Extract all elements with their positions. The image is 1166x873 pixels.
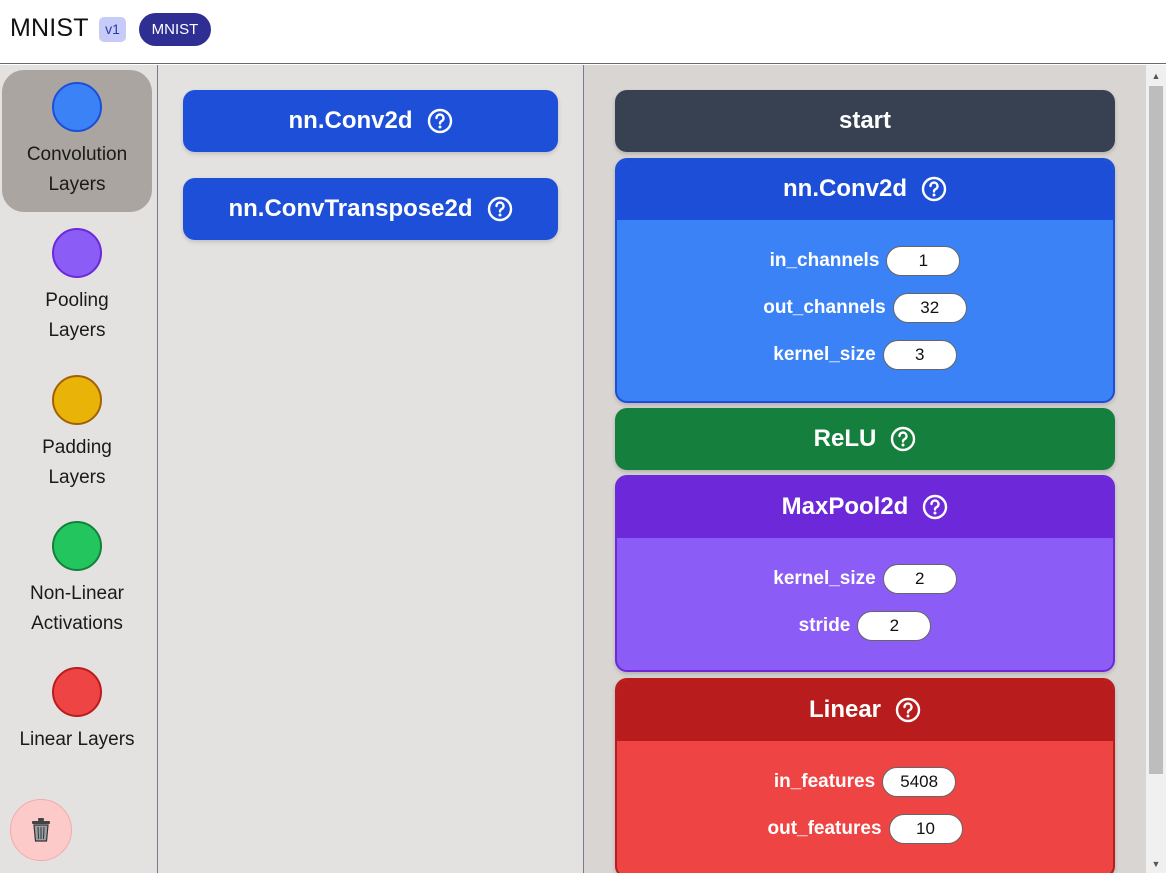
- layer-block-header: nn.Conv2d: [617, 160, 1113, 220]
- blue-circle-icon: [52, 82, 102, 132]
- start-block-header: start: [615, 90, 1115, 152]
- start-label: start: [838, 107, 892, 134]
- help-icon[interactable]: [921, 176, 947, 202]
- layer-title: MaxPool2d: [781, 492, 909, 520]
- scrollbar-thumb[interactable]: [1149, 86, 1163, 774]
- param-row: out_channels 32: [617, 293, 1113, 323]
- param-label: kernel_size: [773, 568, 876, 589]
- param-input[interactable]: 3: [882, 340, 957, 370]
- version-badge: v1: [99, 17, 126, 42]
- trash-icon: [32, 818, 50, 842]
- category-pooling-layers[interactable]: Pooling Layers: [2, 216, 152, 358]
- model-canvas: start nn.Conv2d in_channels 1 out_channe…: [584, 65, 1146, 873]
- layer-palette: nn.Conv2d nn.ConvTranspose2d: [158, 65, 584, 873]
- purple-circle-icon: [52, 228, 102, 278]
- green-circle-icon: [52, 521, 102, 571]
- scroll-up-arrow-icon[interactable]: ▲: [1146, 69, 1166, 83]
- scroll-down-arrow-icon[interactable]: ▼: [1146, 857, 1166, 871]
- param-row: stride 2: [617, 611, 1113, 641]
- layer-title: nn.Conv2d: [783, 175, 907, 202]
- category-convolution-layers[interactable]: Convolution Layers: [2, 70, 152, 212]
- palette-item-convtranspose2d[interactable]: nn.ConvTranspose2d: [183, 178, 558, 240]
- category-label: Pooling Layers: [45, 290, 109, 341]
- param-row: in_channels 1: [617, 246, 1113, 276]
- param-input[interactable]: 5408: [882, 767, 957, 797]
- app-header: MNIST v1 MNIST: [0, 0, 1166, 64]
- param-row: in_features 5408: [617, 767, 1113, 797]
- param-input[interactable]: 1: [886, 246, 961, 276]
- red-circle-icon: [52, 667, 102, 717]
- layer-block-header: ReLU: [615, 408, 1115, 470]
- param-row: kernel_size 2: [617, 564, 1113, 594]
- category-linear-layers[interactable]: Linear Layers: [2, 655, 152, 797]
- layer-block-relu[interactable]: ReLU: [615, 408, 1115, 470]
- help-icon[interactable]: [890, 426, 916, 452]
- param-input[interactable]: 2: [857, 611, 932, 641]
- category-non-linear-activations[interactable]: Non-Linear Activations: [2, 509, 152, 651]
- palette-item-conv2d[interactable]: nn.Conv2d: [183, 90, 558, 152]
- param-label: out_features: [767, 818, 882, 839]
- trash-button[interactable]: [10, 799, 72, 861]
- help-icon[interactable]: [895, 697, 921, 723]
- param-input[interactable]: 2: [882, 564, 957, 594]
- layer-block-maxpool2d[interactable]: MaxPool2d kernel_size 2 stride 2: [615, 475, 1115, 672]
- yellow-circle-icon: [52, 375, 102, 425]
- help-icon[interactable]: [427, 108, 453, 134]
- layer-block-header: MaxPool2d: [617, 477, 1113, 538]
- category-label: Convolution Layers: [26, 144, 128, 195]
- layer-title: ReLU: [813, 425, 877, 452]
- start-block[interactable]: start: [615, 90, 1115, 152]
- help-icon[interactable]: [487, 196, 513, 222]
- param-input[interactable]: 10: [888, 814, 963, 844]
- category-padding-layers[interactable]: Padding Layers: [2, 363, 152, 505]
- app-title: MNIST: [10, 14, 89, 42]
- param-label: out_channels: [763, 297, 886, 318]
- category-label: Linear Layers: [19, 729, 135, 750]
- help-icon[interactable]: [922, 494, 948, 520]
- param-label: stride: [798, 615, 851, 636]
- layer-block-conv2d[interactable]: nn.Conv2d in_channels 1 out_channels 32 …: [615, 158, 1115, 403]
- category-label: Padding Layers: [42, 437, 112, 488]
- dataset-badge[interactable]: MNIST: [139, 13, 211, 46]
- palette-item-label: nn.ConvTranspose2d: [228, 195, 473, 222]
- param-label: in_channels: [769, 250, 880, 271]
- param-row: out_features 10: [617, 814, 1113, 844]
- param-input[interactable]: 32: [892, 293, 967, 323]
- canvas-scrollbar[interactable]: ▲ ▼: [1146, 65, 1166, 873]
- category-label: Non-Linear Activations: [30, 583, 124, 634]
- param-label: kernel_size: [773, 344, 876, 365]
- param-row: kernel_size 3: [617, 340, 1113, 370]
- param-label: in_features: [773, 771, 876, 792]
- category-sidebar: Convolution Layers Pooling Layers Padding L…: [0, 65, 158, 873]
- palette-item-label: nn.Conv2d: [288, 107, 413, 134]
- layer-block-linear[interactable]: Linear in_features 5408 out_features 10: [615, 678, 1115, 873]
- layer-title: Linear: [808, 695, 882, 723]
- layer-block-header: Linear: [617, 680, 1113, 741]
